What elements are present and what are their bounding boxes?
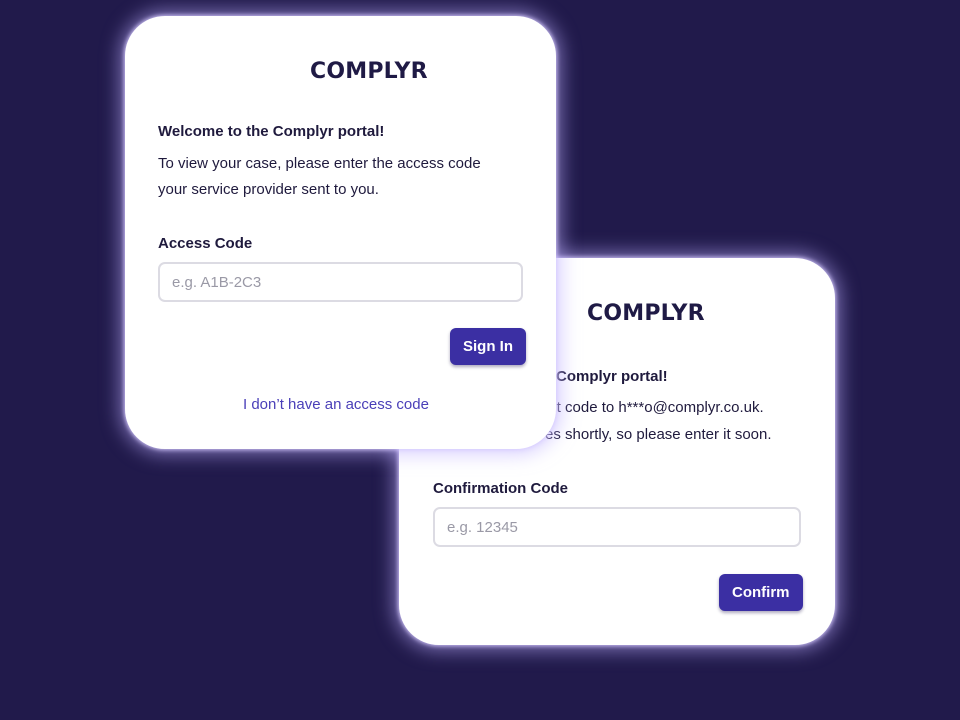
welcome-description-line2: your service provider sent to you. — [158, 181, 379, 198]
logo-crescent-icon — [283, 49, 305, 92]
welcome-description-line1: To view your case, please enter the acce… — [158, 155, 481, 172]
confirmation-code-label: Confirmation Code — [433, 480, 568, 497]
confirm-button[interactable]: Confirm — [719, 574, 803, 611]
logo-wordmark: COMPLYR — [587, 300, 705, 326]
logo-crescent-icon — [560, 292, 582, 334]
stage: COMPLYR Complyr portal! git code to h***… — [0, 0, 960, 720]
confirmation-heading: Complyr portal! — [556, 368, 668, 385]
brand-logo: COMPLYR — [275, 47, 428, 95]
signin-card: COMPLYR Welcome to the Complyr portal! T… — [125, 16, 556, 449]
access-code-label: Access Code — [158, 235, 253, 252]
access-code-input[interactable] — [158, 262, 523, 302]
confirmation-description-line2: es shortly, so please enter it soon. — [545, 426, 772, 443]
logo-wordmark: COMPLYR — [310, 58, 428, 84]
brand-logo: COMPLYR — [552, 289, 705, 337]
confirmation-description-line1: git code to h***o@complyr.co.uk. — [545, 399, 764, 416]
sign-in-button[interactable]: Sign In — [450, 328, 526, 365]
confirmation-code-input[interactable] — [433, 507, 801, 547]
no-access-code-link[interactable]: I don’t have an access code — [243, 396, 429, 413]
welcome-heading: Welcome to the Complyr portal! — [158, 123, 385, 140]
